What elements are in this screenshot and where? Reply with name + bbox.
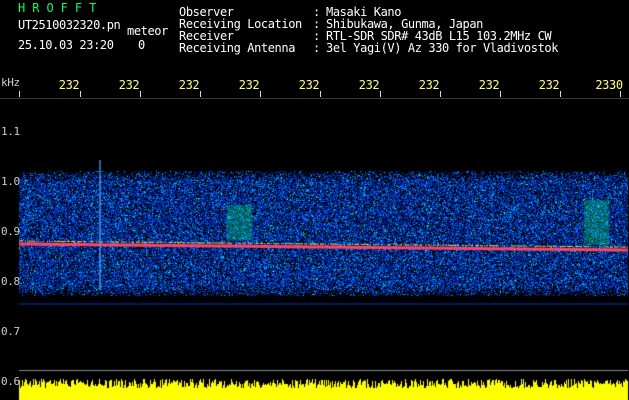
file-name: UT2510032320.pn bbox=[18, 18, 121, 32]
time-tick-mark bbox=[560, 91, 561, 97]
time-tick-mark bbox=[260, 91, 261, 97]
time-tick-mark bbox=[320, 91, 321, 97]
time-tick-mark bbox=[140, 91, 141, 97]
frequency-tick-label: 1.1 bbox=[1, 125, 20, 138]
time-tick-label: 232 bbox=[178, 78, 200, 92]
event-type: meteor bbox=[127, 24, 168, 38]
frequency-tick-label: 0.6 bbox=[1, 375, 20, 388]
antenna-value: 3el Yagi(V) Az 330 for Vladivostok bbox=[326, 41, 559, 55]
frequency-tick-label: 0.7 bbox=[1, 325, 20, 338]
frequency-unit-label: kHz bbox=[1, 76, 20, 89]
time-tick-label: 232 bbox=[298, 78, 320, 92]
frequency-tick-label: 0.8 bbox=[1, 275, 20, 288]
frequency-tick-label: 0.9 bbox=[1, 225, 20, 238]
app-title: HROFFT bbox=[18, 1, 104, 15]
time-tick-mark bbox=[200, 91, 201, 97]
time-tick-label: 232 bbox=[238, 78, 260, 92]
time-tick-label: 232 bbox=[358, 78, 380, 92]
antenna-separator: : bbox=[313, 41, 320, 55]
time-tick-mark bbox=[380, 91, 381, 97]
spectrogram-area bbox=[18, 98, 628, 400]
recording-seconds: 0 bbox=[138, 38, 145, 52]
time-tick-label: 232 bbox=[118, 78, 140, 92]
time-tick-mark bbox=[80, 91, 81, 97]
time-tick-label: 2330 bbox=[595, 78, 623, 92]
time-tick-mark bbox=[500, 91, 501, 97]
time-tick-label: 232 bbox=[478, 78, 500, 92]
time-tick-label: 232 bbox=[418, 78, 440, 92]
time-tick-label: 232 bbox=[58, 78, 80, 92]
time-tick-mark bbox=[440, 91, 441, 97]
antenna-label: Receiving Antenna bbox=[179, 41, 296, 55]
recording-date-time: 25.10.03 23:20 bbox=[18, 38, 114, 52]
frequency-tick-label: 1.0 bbox=[1, 175, 20, 188]
time-tick-mark bbox=[620, 91, 621, 97]
time-tick-label: 232 bbox=[538, 78, 560, 92]
time-tick-mark bbox=[19, 91, 20, 97]
